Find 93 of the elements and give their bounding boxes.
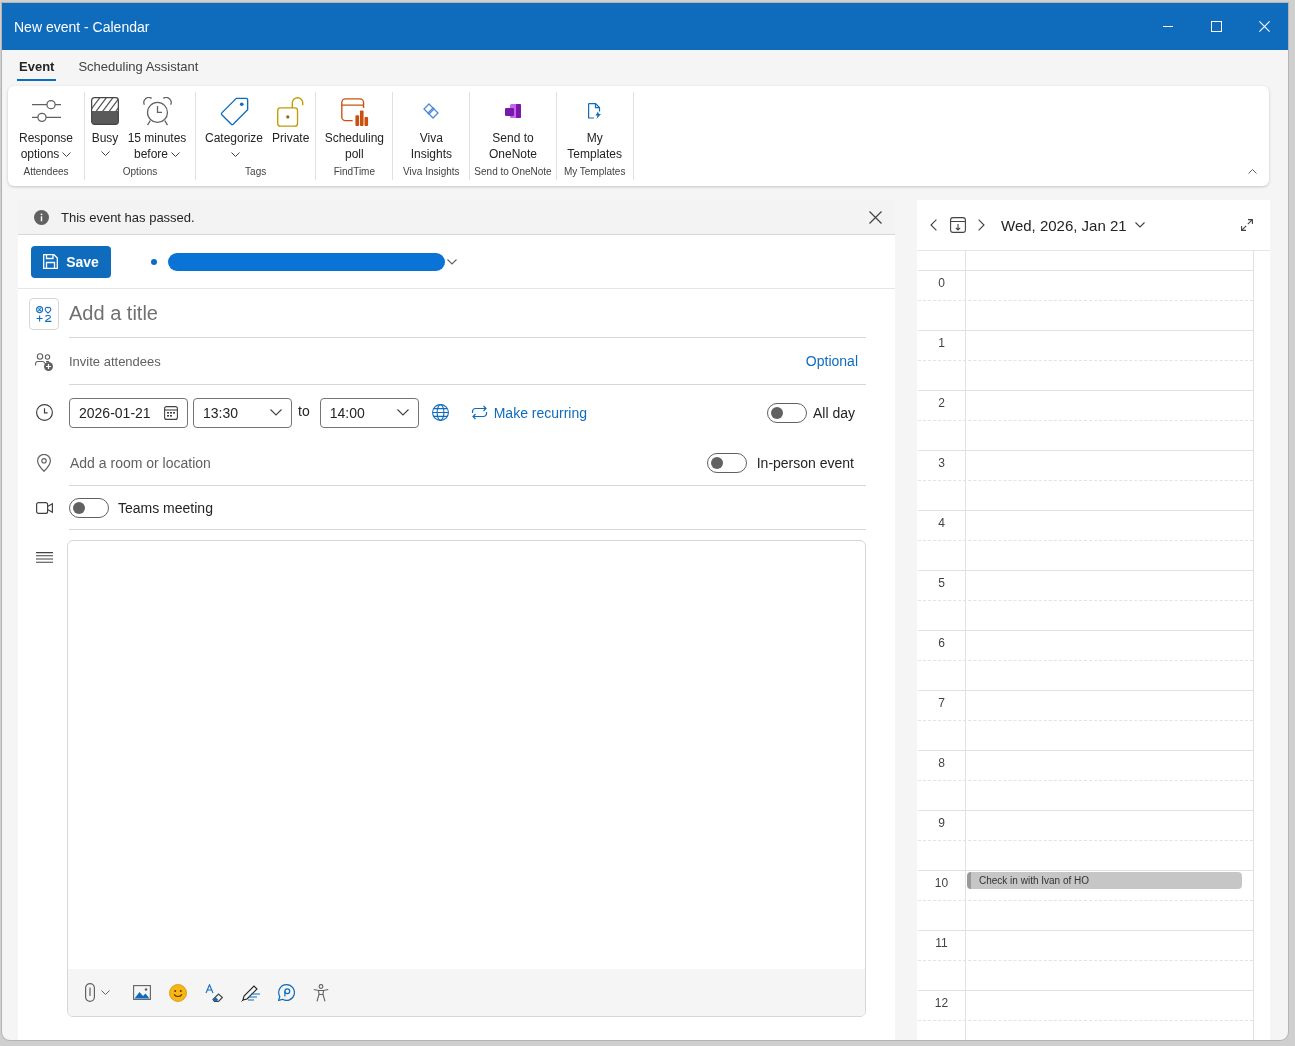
tag-icon: [219, 96, 249, 126]
ribbon-button[interactable]: Private: [270, 92, 312, 166]
calendar-chart-icon: [339, 96, 369, 126]
in-person-label: In-person event: [756, 454, 854, 471]
date-field[interactable]: 2026-01-21: [69, 397, 188, 428]
ribbon-button[interactable]: My Templates: [560, 92, 629, 166]
location-pin-icon: [37, 454, 51, 472]
end-time-dropdown[interactable]: 14:00: [319, 397, 419, 428]
tab[interactable]: Scheduling Assistant: [76, 53, 201, 81]
toggle-switch[interactable]: [766, 402, 807, 423]
calendar-icon: [164, 405, 178, 420]
message-body-field[interactable]: [67, 540, 866, 1017]
all-day-label: All day: [812, 404, 855, 421]
start-time-dropdown[interactable]: 13:30: [193, 397, 292, 428]
title-input[interactable]: Add a title: [69, 298, 866, 338]
chat-bubble-icon[interactable]: [278, 984, 295, 1001]
chevron-left-icon[interactable]: [930, 219, 937, 231]
ribbon-group-label: Send to OneNote: [474, 166, 552, 179]
notice-text: This event has passed.: [61, 209, 196, 225]
video-camera-icon: [35, 502, 53, 514]
clock-icon: [35, 404, 53, 421]
ribbon-group-label: Attendees: [23, 166, 69, 179]
teams-meeting-label: Teams meeting: [118, 499, 213, 516]
hour-label: 7: [938, 696, 945, 710]
ribbon-group-label: Viva Insights: [403, 166, 460, 179]
alarm-clock-icon: [142, 96, 172, 126]
ribbon-group-label: FindTime: [333, 166, 375, 179]
ribbon-button[interactable]: 15 minutes before: [123, 92, 191, 166]
hour-label: 9: [938, 816, 945, 830]
maximize-icon[interactable]: [1210, 21, 1222, 32]
striped-square-icon: [91, 97, 119, 125]
hour-label: 4: [938, 516, 945, 530]
document-bolt-icon: [588, 103, 602, 119]
chevron-up-icon[interactable]: [1248, 169, 1257, 174]
toggle-switch[interactable]: [706, 452, 747, 473]
linked-diamonds-icon: [423, 103, 440, 119]
chevron-right-icon[interactable]: [978, 219, 985, 231]
ribbon-group-label: Tags: [245, 166, 267, 179]
chevron-down-icon: [270, 409, 282, 416]
hour-label: 11: [935, 936, 948, 950]
optional-link[interactable]: Optional: [805, 353, 858, 369]
save-button[interactable]: Save: [31, 245, 111, 278]
chevron-down-icon: [1134, 222, 1145, 228]
ribbon-group-label: Options: [122, 166, 158, 179]
pen-icon[interactable]: [241, 983, 260, 1002]
window-title: New event - Calendar: [14, 18, 151, 35]
expand-icon[interactable]: [1241, 219, 1253, 231]
attendees-input[interactable]: Invite attendees: [69, 353, 806, 369]
ribbon-group-label: My Templates: [563, 166, 626, 179]
chevron-down-icon[interactable]: [101, 990, 110, 995]
location-input[interactable]: Add a room or location: [69, 454, 707, 471]
hour-label: 3: [938, 456, 945, 470]
open-padlock-icon: [277, 95, 305, 127]
make-recurring-link[interactable]: Make recurring: [470, 404, 588, 421]
paperclip-icon[interactable]: [85, 983, 95, 1002]
hour-label: 2: [938, 396, 945, 410]
picture-icon[interactable]: [133, 985, 151, 1000]
ribbon-button[interactable]: Scheduling poll: [320, 92, 389, 166]
ribbon-button[interactable]: Response options: [12, 92, 80, 166]
info-icon: [34, 209, 49, 225]
symbols-icon: [36, 306, 52, 322]
calendar-today-icon[interactable]: [950, 217, 966, 233]
smiley-face-icon[interactable]: [169, 983, 187, 1002]
sliders-icon: [31, 99, 61, 123]
save-icon: [43, 254, 59, 269]
hour-label: 12: [934, 996, 949, 1010]
chevron-down-icon: [396, 409, 409, 416]
add-person-icon: [35, 352, 53, 371]
hour-label: 8: [938, 756, 945, 770]
tab[interactable]: Event: [17, 53, 57, 81]
hour-label: 0: [938, 276, 945, 290]
repeat-icon: [470, 405, 488, 420]
date-picker-button[interactable]: Wed, 2026, Jan 21: [997, 216, 1149, 234]
letter-eraser-icon[interactable]: [205, 983, 223, 1002]
ribbon-button[interactable]: Viva Insights: [397, 92, 466, 166]
hour-label: 6: [938, 636, 945, 650]
hour-label: 5: [938, 576, 945, 590]
ribbon-button[interactable]: Busy: [89, 92, 121, 166]
globe-icon[interactable]: [431, 404, 449, 421]
chevron-down-icon[interactable]: [447, 258, 457, 265]
toggle-switch[interactable]: [69, 497, 109, 518]
notebook-icon: [505, 103, 521, 119]
icon-picker-button[interactable]: [29, 298, 59, 330]
hour-label: 1: [938, 336, 945, 350]
calendar-event[interactable]: Check in with Ivan of HO: [967, 872, 1242, 889]
to-label: to: [298, 402, 310, 419]
ribbon-button[interactable]: Send to OneNote: [479, 92, 547, 166]
dot-icon: [151, 258, 157, 265]
text-lines-icon: [35, 552, 53, 563]
accessibility-icon[interactable]: [313, 983, 329, 1002]
hour-label: 10: [934, 876, 949, 890]
close-icon[interactable]: [869, 210, 882, 224]
ribbon-button[interactable]: Categorize: [200, 92, 268, 166]
